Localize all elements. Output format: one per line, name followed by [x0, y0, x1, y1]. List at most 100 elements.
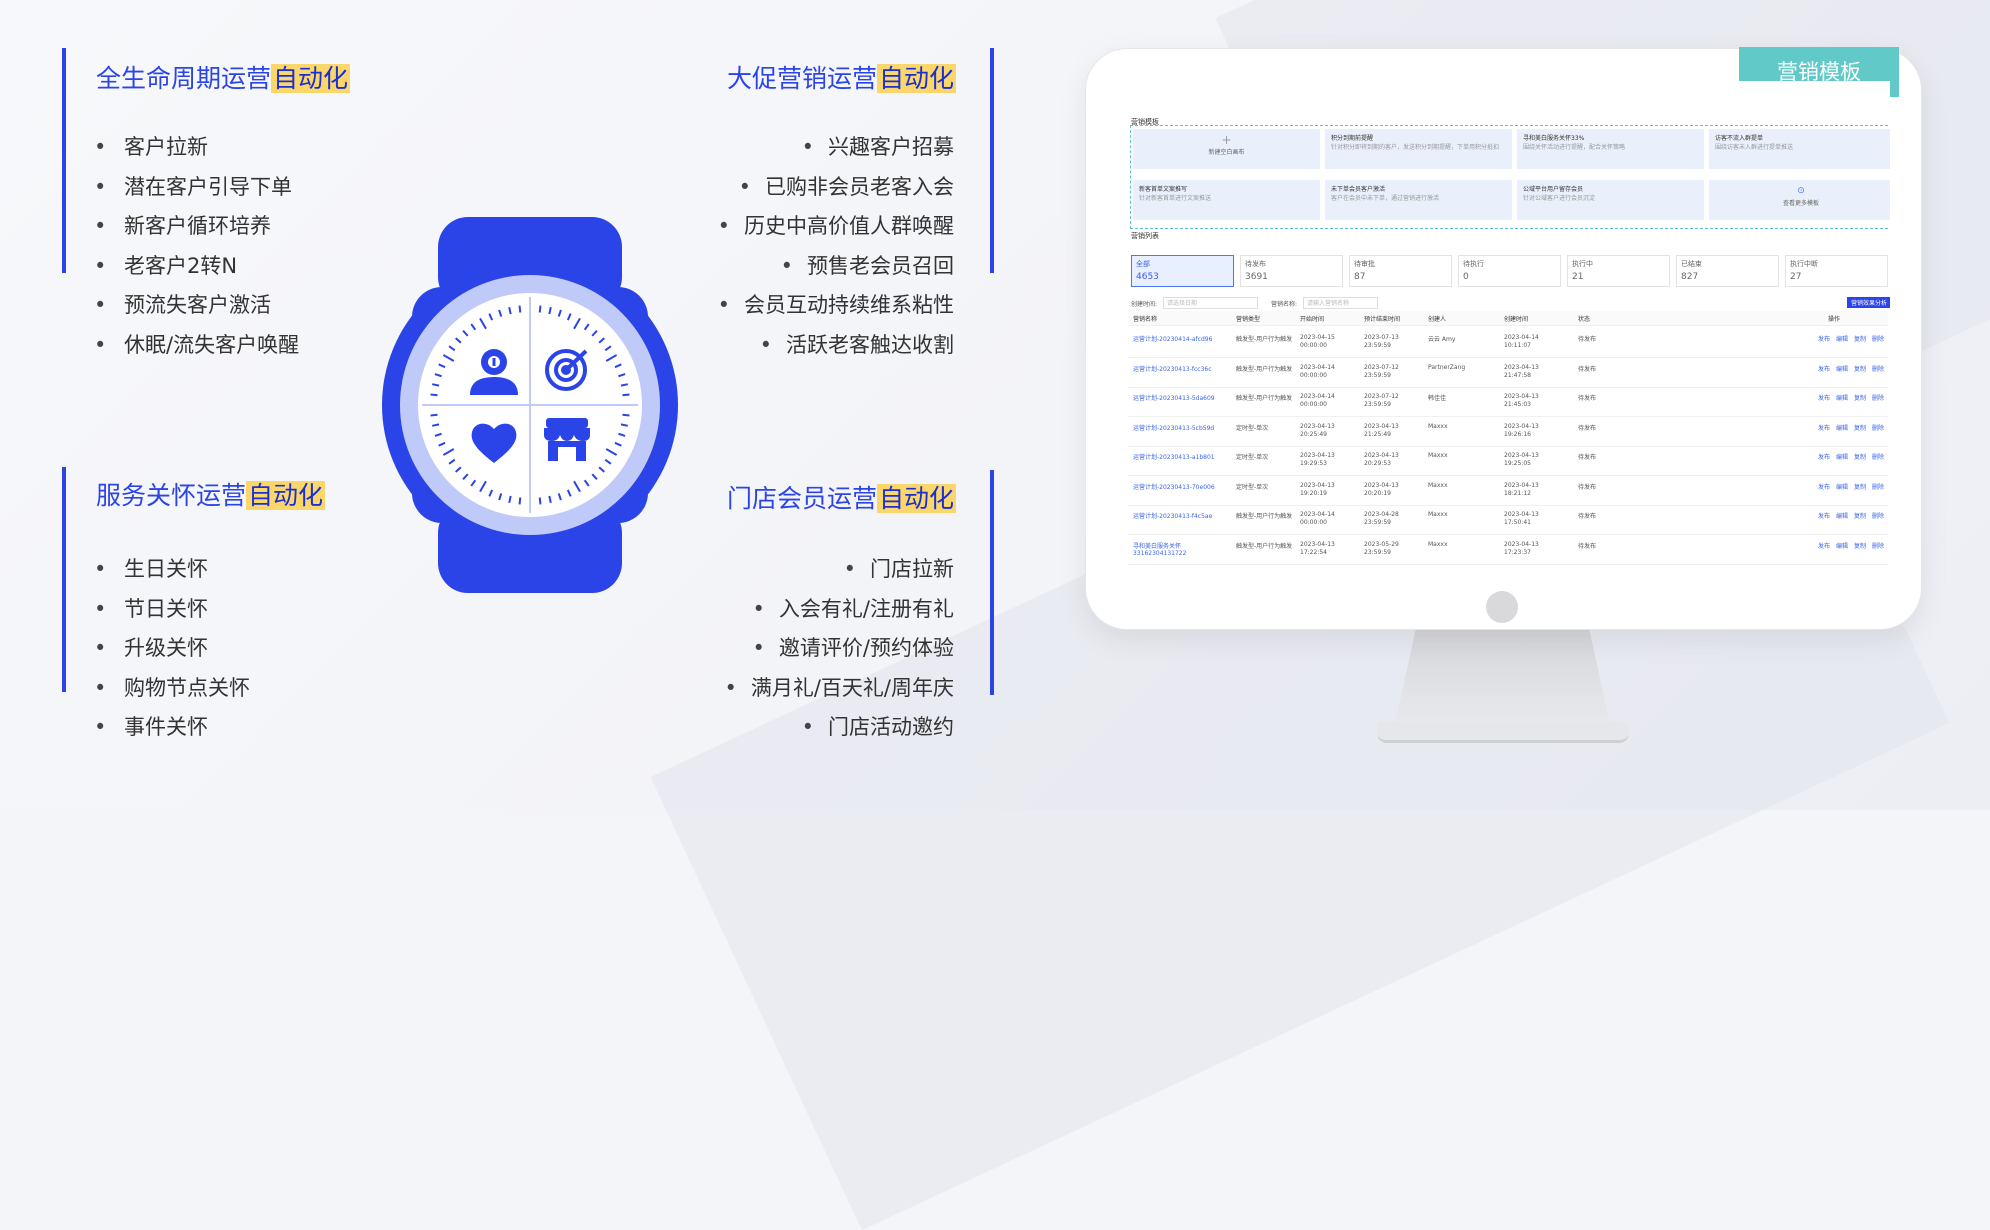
name-filter-input[interactable]: 请输入营销名称 [1303, 297, 1378, 309]
card-title: 访客不流入群提单 [1715, 135, 1764, 142]
section-accent-bar [62, 467, 66, 692]
row-action-3[interactable]: 删除 [1872, 393, 1884, 402]
stat-tab[interactable]: 待发布 3691 [1240, 255, 1343, 287]
row-action-1[interactable]: 编辑 [1836, 423, 1848, 432]
cell-name[interactable]: 运营计划-20230413-5cb59d [1133, 423, 1228, 432]
bullet-dot: • [738, 174, 751, 199]
row-action-3[interactable]: 删除 [1872, 452, 1884, 461]
template-card[interactable]: 未下单会员客户激活 客户在会员中未下单，通过营销进行激活 [1325, 180, 1512, 220]
stat-tab[interactable]: 全部 4653 [1131, 255, 1234, 287]
stat-value: 21 [1572, 272, 1584, 282]
stat-tab[interactable]: 执行中断 27 [1785, 255, 1888, 287]
row-action-1[interactable]: 编辑 [1836, 364, 1848, 373]
bullet-dot: • [780, 253, 793, 278]
cell-created: 2023-04-14 10:11:07 [1504, 334, 1539, 349]
template-card[interactable]: 积分到期前提醒 针对积分即将到期的客户，发送积分到期提醒，下单用积分抵扣 [1325, 129, 1512, 169]
row-action-3[interactable]: 删除 [1872, 334, 1884, 343]
stat-tab[interactable]: 待执行 0 [1458, 255, 1561, 287]
row-action-2[interactable]: 复制 [1854, 364, 1866, 373]
bullet-dot: • [801, 715, 814, 739]
list-item-label: 门店活动邀约 [828, 715, 954, 739]
list-item-label: 邀请评价/预约体验 [778, 636, 954, 660]
stat-label: 待执行 [1463, 260, 1484, 268]
row-action-0[interactable]: 发布 [1818, 511, 1830, 520]
cell-name[interactable]: 运营计划-20230413-a1b801 [1133, 452, 1228, 461]
list-item-label: 门店拉新 [870, 557, 954, 581]
row-action-0[interactable]: 发布 [1818, 541, 1830, 550]
cell-name[interactable]: 运营计划-20230414-afcd96 [1133, 334, 1228, 343]
row-action-0[interactable]: 发布 [1818, 364, 1830, 373]
row-action-1[interactable]: 编辑 [1836, 482, 1848, 491]
watch-tick [518, 497, 522, 505]
cell-start: 2023-04-14 00:00:00 [1300, 393, 1335, 408]
stat-tab[interactable]: 执行中 21 [1567, 255, 1670, 287]
list-item-label: 入会有礼/注册有礼 [778, 596, 954, 621]
screen-content: 营销模板 + 新建空白画布 积分到期前提醒 针对积分即将到期的客户，发送积分到期… [1122, 81, 1890, 566]
time-filter-input[interactable]: 请选择日期 [1163, 297, 1258, 309]
column-header: 预计结束时间 [1364, 316, 1401, 323]
stat-value: 4653 [1136, 272, 1159, 282]
row-action-1[interactable]: 编辑 [1836, 334, 1848, 343]
stat-label: 已结束 [1681, 260, 1702, 268]
list-item-label: 历史中高价值人群唤醒 [744, 214, 954, 238]
stat-tab[interactable]: 已结束 827 [1676, 255, 1779, 287]
row-action-2[interactable]: 复制 [1854, 423, 1866, 432]
stat-value: 0 [1463, 272, 1469, 282]
row-action-2[interactable]: 复制 [1854, 511, 1866, 520]
filter-bar: 创建时间: 请选择日期 营销名称: 请输入营销名称 营销效果分析 [1131, 297, 1890, 309]
cell-name[interactable]: 寻和美白服务关怀33162304131722 [1133, 541, 1228, 557]
cell-start: 2023-04-14 00:00:00 [1300, 363, 1335, 379]
watch-tick [508, 495, 512, 504]
row-action-2[interactable]: 复制 [1854, 393, 1866, 402]
row-action-0[interactable]: 发布 [1818, 423, 1830, 432]
bullet-dot: • [717, 293, 730, 317]
card-desc: 针对新客首单进行文案推送 [1139, 195, 1212, 202]
stat-value: 27 [1790, 272, 1802, 282]
title-highlight: 自动化 [876, 64, 956, 93]
cell-name[interactable]: 运营计划-20230413-fcc36c [1133, 364, 1228, 373]
row-action-3[interactable]: 删除 [1872, 482, 1884, 491]
template-card[interactable]: + 新建空白画布 [1133, 129, 1320, 169]
row-action-1[interactable]: 编辑 [1836, 541, 1848, 550]
row-action-3[interactable]: 删除 [1872, 541, 1884, 550]
column-header: 状态 [1578, 316, 1591, 323]
cell-type: 定时型-单次 [1236, 483, 1269, 491]
row-action-0[interactable]: 发布 [1818, 482, 1830, 491]
cell-end: 2023-07-13 23:59:59 [1364, 334, 1399, 349]
stat-tab[interactable]: 待审批 87 [1349, 255, 1452, 287]
cell-created: 2023-04-13 21:45:03 [1504, 393, 1539, 408]
row-action-0[interactable]: 发布 [1818, 393, 1830, 402]
template-card[interactable]: 寻和美白服务关怀33% 围绕关怀活动进行提醒，配合关怀策略 [1517, 129, 1704, 169]
template-card[interactable]: ⊙ 查看更多模板 [1709, 180, 1890, 220]
cell-name[interactable]: 运营计划-20230413-5da609 [1133, 393, 1228, 402]
template-card[interactable]: 访客不流入群提单 围绕访客未入群进行提单推送 [1709, 129, 1890, 169]
plus-icon: + [1221, 133, 1232, 147]
card-desc: 围绕访客未入群进行提单推送 [1715, 144, 1794, 151]
row-action-2[interactable]: 复制 [1854, 541, 1866, 550]
row-action-1[interactable]: 编辑 [1836, 452, 1848, 461]
cell-name[interactable]: 运营计划-20230413-70e006 [1133, 482, 1228, 491]
row-action-2[interactable]: 复制 [1854, 482, 1866, 491]
template-card[interactable]: 公域平台用户留存会员 针对公域客户进行会员沉淀 [1517, 180, 1704, 220]
row-action-0[interactable]: 发布 [1818, 334, 1830, 343]
row-action-3[interactable]: 删除 [1872, 511, 1884, 520]
list-item: • 兴趣客户招募 [634, 128, 954, 168]
row-action-1[interactable]: 编辑 [1836, 393, 1848, 402]
card-desc: 针对公域客户进行会员沉淀 [1523, 195, 1596, 202]
watch-tick [508, 306, 512, 315]
cell-type: 触发型-用户行为触发 [1236, 365, 1293, 373]
row-action-3[interactable]: 删除 [1872, 364, 1884, 373]
row-action-0[interactable]: 发布 [1818, 452, 1830, 461]
section-accent-bar [990, 470, 994, 695]
row-action-2[interactable]: 复制 [1854, 334, 1866, 343]
row-action-3[interactable]: 删除 [1872, 423, 1884, 432]
template-card[interactable]: 新客首单文案推写 针对新客首单进行文案推送 [1133, 180, 1320, 220]
row-action-2[interactable]: 复制 [1854, 452, 1866, 461]
time-filter-label: 创建时间: [1131, 301, 1158, 308]
row-action-1[interactable]: 编辑 [1836, 511, 1848, 520]
analysis-button[interactable]: 营销效果分析 [1846, 297, 1890, 308]
cell-name[interactable]: 运营计划-20230413-f4c5ae [1133, 511, 1228, 520]
list-item: 休眠/流失客户唤醒 [92, 326, 299, 366]
cell-end: 2023-04-13 20:29:53 [1364, 452, 1399, 467]
column-header: 创建人 [1428, 316, 1447, 323]
